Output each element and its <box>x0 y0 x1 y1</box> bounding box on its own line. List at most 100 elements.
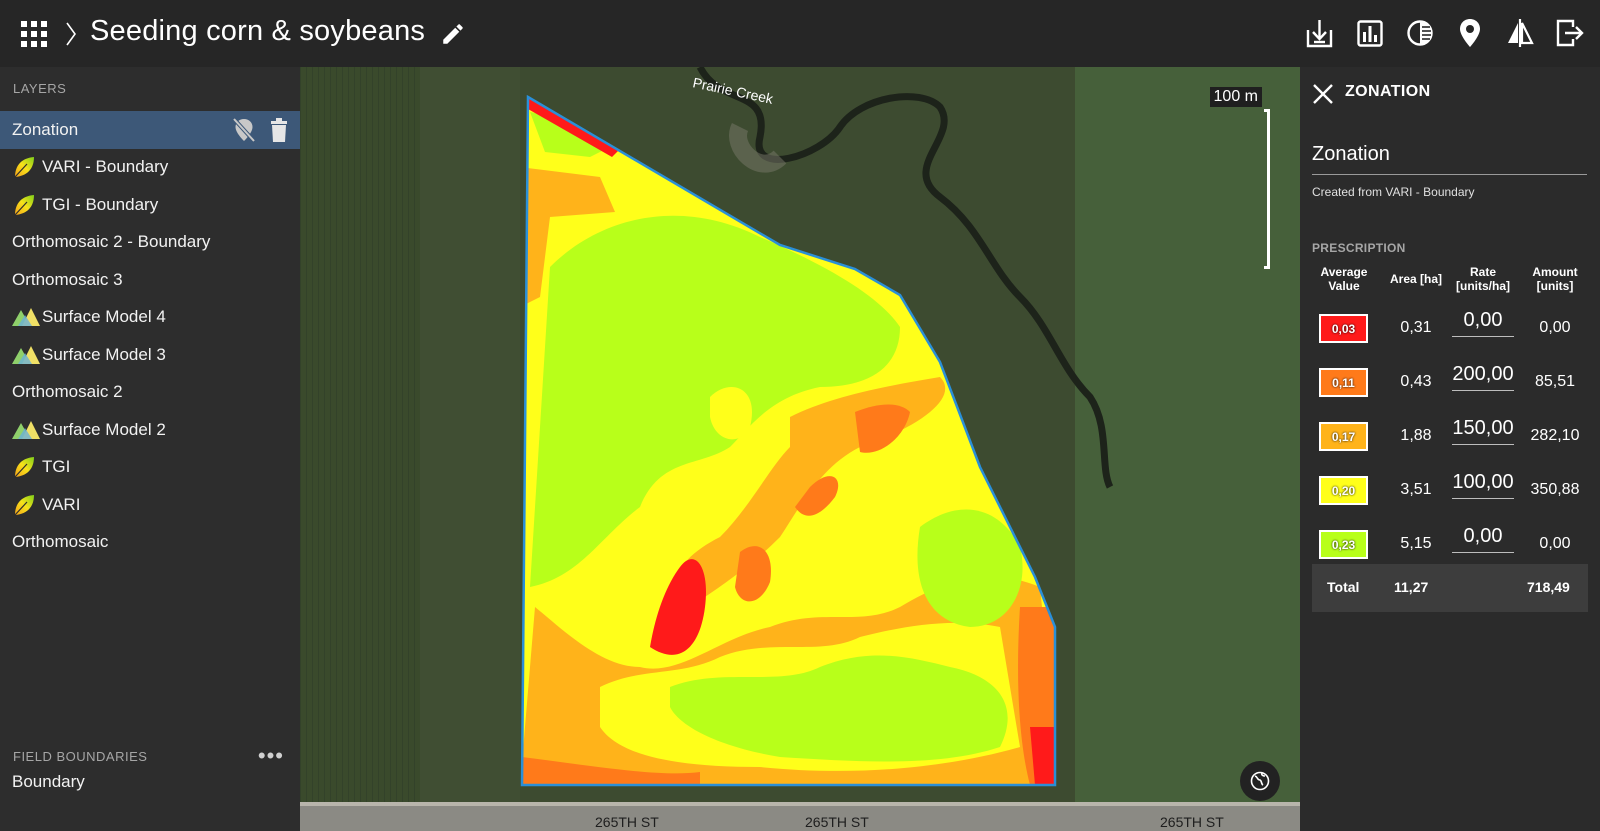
layer-item-surface-model-4[interactable]: Surface Model 4 <box>0 299 300 337</box>
mountain-icon <box>12 342 40 368</box>
total-amount: 718,49 <box>1527 579 1570 595</box>
road-label: 265TH ST <box>595 814 659 830</box>
download-icon[interactable] <box>1305 17 1334 49</box>
layer-label: VARI - Boundary <box>42 157 169 177</box>
road-label: 265TH ST <box>1160 814 1224 830</box>
mountain-icon <box>12 304 40 330</box>
amount-cell: 282,10 <box>1530 427 1580 444</box>
zonation-panel: ZONATION Zonation Created from VARI - Bo… <box>1300 67 1600 831</box>
field-boundary-item[interactable]: Boundary <box>12 772 85 792</box>
rate-input[interactable]: 0,00 <box>1452 305 1514 337</box>
table-row: 0,11 0,43 200,00 85,51 <box>1300 353 1600 407</box>
layer-item-orthomosaic-2-boundary[interactable]: Orthomosaic 2 - Boundary <box>0 224 300 262</box>
amount-cell: 85,51 <box>1534 373 1576 390</box>
zone-value-badge: 0,03 <box>1319 314 1368 343</box>
layer-label: Surface Model 2 <box>42 419 166 439</box>
layer-label: Surface Model 4 <box>42 307 166 327</box>
layer-label: Orthomosaic 2 <box>12 382 123 402</box>
layers-heading: LAYERS <box>13 81 67 96</box>
hide-location-icon[interactable] <box>232 117 256 143</box>
layer-label: Orthomosaic 2 - Boundary <box>12 232 211 252</box>
page-title: Seeding corn & soybeans <box>90 15 426 47</box>
area-cell: 0,43 <box>1400 373 1432 390</box>
more-options-icon[interactable]: ••• <box>258 743 284 769</box>
leaf-icon <box>12 454 40 480</box>
total-row: Total 11,27 718,49 <box>1312 564 1588 612</box>
area-cell: 0,31 <box>1400 319 1432 336</box>
map-view[interactable]: Prairie Creek 265TH ST 265TH ST 265TH ST <box>300 67 1300 831</box>
split-view-icon[interactable] <box>1505 17 1534 49</box>
layer-label: TGI <box>42 457 71 477</box>
zone-name-field[interactable]: Zonation <box>1312 143 1587 175</box>
layer-label: TGI - Boundary <box>42 194 159 214</box>
close-icon[interactable] <box>1312 83 1334 105</box>
table-row: 0,23 5,15 0,00 0,00 <box>1300 515 1600 569</box>
layer-list: Zonation VARI - Boundary TGI - Boundary … <box>0 111 300 561</box>
table-row: 0,17 1,88 150,00 282,10 <box>1300 407 1600 461</box>
layer-item-surface-model-2[interactable]: Surface Model 2 <box>0 411 300 449</box>
area-cell: 1,88 <box>1400 427 1432 444</box>
zone-value-badge: 0,11 <box>1319 368 1368 397</box>
layer-item-zonation[interactable]: Zonation <box>0 111 300 149</box>
layer-item-orthomosaic-3[interactable]: Orthomosaic 3 <box>0 261 300 299</box>
layer-label: Orthomosaic 3 <box>12 269 123 289</box>
prescription-heading: PRESCRIPTION <box>1312 241 1406 255</box>
layer-item-vari[interactable]: VARI <box>0 486 300 524</box>
top-bar: Seeding corn & soybeans <box>0 0 1600 67</box>
table-row: 0,20 3,51 100,00 350,88 <box>1300 461 1600 515</box>
column-header-rate: Rate [units/ha] <box>1456 265 1510 293</box>
panel-title: ZONATION <box>1345 83 1431 100</box>
layer-item-orthomosaic-2[interactable]: Orthomosaic 2 <box>0 374 300 412</box>
scale-label: 100 m <box>1209 87 1262 107</box>
field-boundaries-header: FIELD BOUNDARIES ••• <box>0 743 300 768</box>
scale-bar <box>1264 109 1270 269</box>
rate-input[interactable]: 150,00 <box>1452 413 1514 445</box>
table-row: 0,03 0,31 0,00 0,00 <box>1300 299 1600 353</box>
zone-value-badge: 0,17 <box>1319 422 1368 451</box>
globe-button[interactable] <box>1240 761 1280 801</box>
zone-value-badge: 0,23 <box>1319 530 1368 559</box>
area-cell: 3,51 <box>1400 481 1432 498</box>
total-label: Total <box>1327 579 1360 595</box>
amount-cell: 0,00 <box>1539 535 1571 552</box>
column-header-area: Area [ha] <box>1389 272 1442 286</box>
field-boundaries-heading: FIELD BOUNDARIES <box>13 749 148 764</box>
compare-icon[interactable] <box>1405 17 1434 49</box>
created-from-text: Created from VARI - Boundary <box>1312 185 1475 199</box>
amount-cell: 350,88 <box>1530 481 1580 498</box>
layer-label: Surface Model 3 <box>42 344 166 364</box>
delete-trash-icon[interactable] <box>269 117 289 143</box>
apps-grid-icon[interactable] <box>20 20 48 48</box>
rate-input[interactable]: 0,00 <box>1452 521 1514 553</box>
layer-item-orthomosaic[interactable]: Orthomosaic <box>0 524 300 562</box>
report-icon[interactable] <box>1355 17 1384 49</box>
leaf-icon <box>12 192 40 218</box>
amount-cell: 0,00 <box>1539 319 1571 336</box>
satellite-map: Prairie Creek 265TH ST 265TH ST 265TH ST <box>300 67 1300 831</box>
toolbar <box>1305 17 1584 49</box>
layer-label: VARI <box>42 494 81 514</box>
rate-input[interactable]: 200,00 <box>1452 359 1514 391</box>
area-cell: 5,15 <box>1400 535 1432 552</box>
layers-panel: LAYERS Zonation VARI - Boundary TGI - Bo… <box>0 67 300 831</box>
leaf-icon <box>12 492 40 518</box>
layer-label: Zonation <box>12 119 79 139</box>
chevron-right-icon <box>66 22 76 46</box>
column-header-average-value: Average Value <box>1320 265 1368 293</box>
edit-pencil-icon[interactable] <box>440 21 466 47</box>
rate-input[interactable]: 100,00 <box>1452 467 1514 499</box>
column-header-amount: Amount [units] <box>1532 265 1578 293</box>
layer-item-tgi-boundary[interactable]: TGI - Boundary <box>0 186 300 224</box>
location-icon[interactable] <box>1455 17 1484 49</box>
globe-icon <box>1250 771 1270 791</box>
layer-label: Orthomosaic <box>12 532 109 552</box>
zone-value-badge: 0,20 <box>1319 476 1368 505</box>
road-label: 265TH ST <box>805 814 869 830</box>
layer-item-vari-boundary[interactable]: VARI - Boundary <box>0 149 300 187</box>
logout-icon[interactable] <box>1555 17 1584 49</box>
layer-item-surface-model-3[interactable]: Surface Model 3 <box>0 336 300 374</box>
mountain-icon <box>12 417 40 443</box>
total-area: 11,27 <box>1394 579 1429 595</box>
layer-item-tgi[interactable]: TGI <box>0 449 300 487</box>
leaf-icon <box>12 154 40 180</box>
